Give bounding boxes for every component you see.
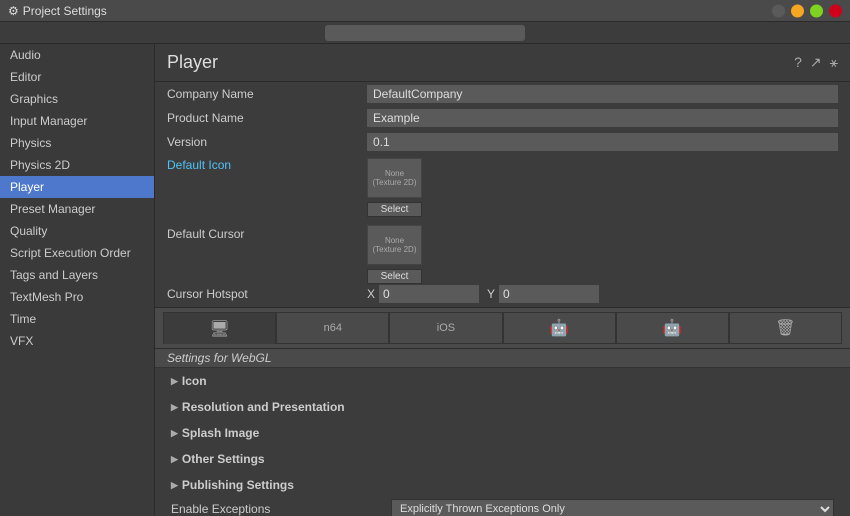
version-input[interactable] <box>367 133 838 151</box>
cursor-texture-label: None (Texture 2D) <box>368 234 421 256</box>
hotspot-label: Cursor Hotspot <box>167 287 367 301</box>
product-name-input[interactable] <box>367 109 838 127</box>
enable-exceptions-label: Enable Exceptions <box>171 502 391 516</box>
sidebar-item-physics[interactable]: Physics <box>0 132 154 154</box>
default-cursor-section: Default Cursor None (Texture 2D) Select <box>155 221 850 281</box>
default-cursor-label: Default Cursor <box>167 225 367 241</box>
hotspot-x-label: X <box>367 287 375 301</box>
enable-exceptions-value: Explicitly Thrown Exceptions Only None C… <box>391 499 834 516</box>
sidebar-item-script-execution[interactable]: Script Execution Order <box>0 242 154 264</box>
gear-icon: ⚙ <box>8 4 19 18</box>
settings-section: Settings for WebGL <box>155 349 850 368</box>
icon-section-group: Icon <box>155 368 850 394</box>
close-button[interactable] <box>829 4 842 17</box>
publishing-section-header[interactable]: Publishing Settings <box>155 474 850 496</box>
hotspot-y-label: Y <box>487 287 495 301</box>
popout-icon[interactable]: ↗ <box>810 54 822 71</box>
resolution-section-label: Resolution and Presentation <box>182 400 345 414</box>
monitor-icon: 🖥 <box>209 319 229 339</box>
product-name-label: Product Name <box>167 111 367 125</box>
hotspot-x-input[interactable] <box>379 285 479 303</box>
resolution-section-group: Resolution and Presentation <box>155 394 850 420</box>
maximize-button[interactable] <box>810 4 823 17</box>
icon-select-button[interactable]: Select <box>367 202 422 217</box>
sidebar-item-textmesh-pro[interactable]: TextMesh Pro <box>0 286 154 308</box>
sidebar-item-input-manager[interactable]: Input Manager <box>0 110 154 132</box>
n64-icon: n64 <box>324 322 342 334</box>
default-icon-section: Default Icon None (Texture 2D) Select <box>155 154 850 221</box>
page-title: Player <box>167 52 218 73</box>
splash-section-header[interactable]: Splash Image <box>155 422 850 444</box>
sidebar-item-preset-manager[interactable]: Preset Manager <box>0 198 154 220</box>
splash-section-group: Splash Image <box>155 420 850 446</box>
search-input[interactable] <box>325 25 525 41</box>
icon-texture-box: None (Texture 2D) <box>367 158 422 198</box>
company-name-input[interactable] <box>367 85 838 103</box>
hotspot-row: Cursor Hotspot X Y <box>155 281 850 307</box>
window-controls <box>772 4 842 17</box>
enable-exceptions-row: Enable Exceptions Explicitly Thrown Exce… <box>155 496 850 516</box>
hotspot-y-input[interactable] <box>499 285 599 303</box>
platform-tabs: 🖥 n64 iOS 🤖 🤖 🗑 <box>155 307 850 349</box>
platform-tab-webgl[interactable]: 🖥 <box>163 312 276 344</box>
lock-icon[interactable]: ⚹ <box>830 54 838 71</box>
sidebar-item-editor[interactable]: Editor <box>0 66 154 88</box>
android-green-icon: 🤖 <box>662 318 682 338</box>
other-settings-section-header[interactable]: Other Settings <box>155 448 850 470</box>
dots-button[interactable] <box>772 4 785 17</box>
other-settings-section-label: Other Settings <box>182 452 265 466</box>
platform-tab-other[interactable]: 🗑 <box>729 312 842 344</box>
search-bar <box>0 22 850 44</box>
ios-icon: iOS <box>437 322 455 334</box>
icon-section-header[interactable]: Icon <box>155 370 850 392</box>
sidebar-item-tags-layers[interactable]: Tags and Layers <box>0 264 154 286</box>
version-row: Version <box>155 130 850 154</box>
sidebar-item-quality[interactable]: Quality <box>0 220 154 242</box>
icon-preview-area: None (Texture 2D) Select <box>367 158 422 217</box>
header-icons: ? ↗ ⚹ <box>794 54 838 71</box>
sidebar-item-physics-2d[interactable]: Physics 2D <box>0 154 154 176</box>
enable-exceptions-select[interactable]: Explicitly Thrown Exceptions Only None C… <box>391 499 834 516</box>
splash-section-label: Splash Image <box>182 426 259 440</box>
version-label: Version <box>167 135 367 149</box>
minimize-button[interactable] <box>791 4 804 17</box>
sidebar-item-time[interactable]: Time <box>0 308 154 330</box>
icon-texture-label: None (Texture 2D) <box>368 167 421 189</box>
settings-label: Settings for WebGL <box>167 351 272 365</box>
cursor-texture-box: None (Texture 2D) <box>367 225 422 265</box>
android-red-icon: 🤖 <box>549 318 569 338</box>
icon-section-label: Icon <box>182 374 207 388</box>
cursor-preview-area: None (Texture 2D) Select <box>367 225 422 284</box>
title-bar: ⚙ Project Settings <box>0 0 850 22</box>
help-icon[interactable]: ? <box>794 54 802 71</box>
content-area: Player ? ↗ ⚹ Company Name Product Name V… <box>155 44 850 516</box>
default-icon-label[interactable]: Default Icon <box>167 158 367 172</box>
platform-tab-android-red[interactable]: 🤖 <box>503 312 616 344</box>
company-name-label: Company Name <box>167 87 367 101</box>
product-name-row: Product Name <box>155 106 850 130</box>
sidebar-item-graphics[interactable]: Graphics <box>0 88 154 110</box>
sidebar-item-player[interactable]: Player <box>0 176 154 198</box>
content-header: Player ? ↗ ⚹ <box>155 44 850 82</box>
publishing-section-group: Publishing Settings Enable Exceptions Ex… <box>155 472 850 516</box>
window-title: Project Settings <box>23 4 107 18</box>
publishing-section-label: Publishing Settings <box>182 478 294 492</box>
platform-tab-n64[interactable]: n64 <box>276 312 389 344</box>
sidebar-item-vfx[interactable]: VFX <box>0 330 154 352</box>
other-settings-section-group: Other Settings <box>155 446 850 472</box>
sidebar-item-audio[interactable]: Audio <box>0 44 154 66</box>
resolution-section-header[interactable]: Resolution and Presentation <box>155 396 850 418</box>
sidebar: AudioEditorGraphicsInput ManagerPhysicsP… <box>0 44 155 516</box>
trash-icon: 🗑 <box>775 318 795 338</box>
platform-tab-android-green[interactable]: 🤖 <box>616 312 729 344</box>
company-name-row: Company Name <box>155 82 850 106</box>
platform-tab-ios[interactable]: iOS <box>389 312 502 344</box>
main-container: AudioEditorGraphicsInput ManagerPhysicsP… <box>0 44 850 516</box>
